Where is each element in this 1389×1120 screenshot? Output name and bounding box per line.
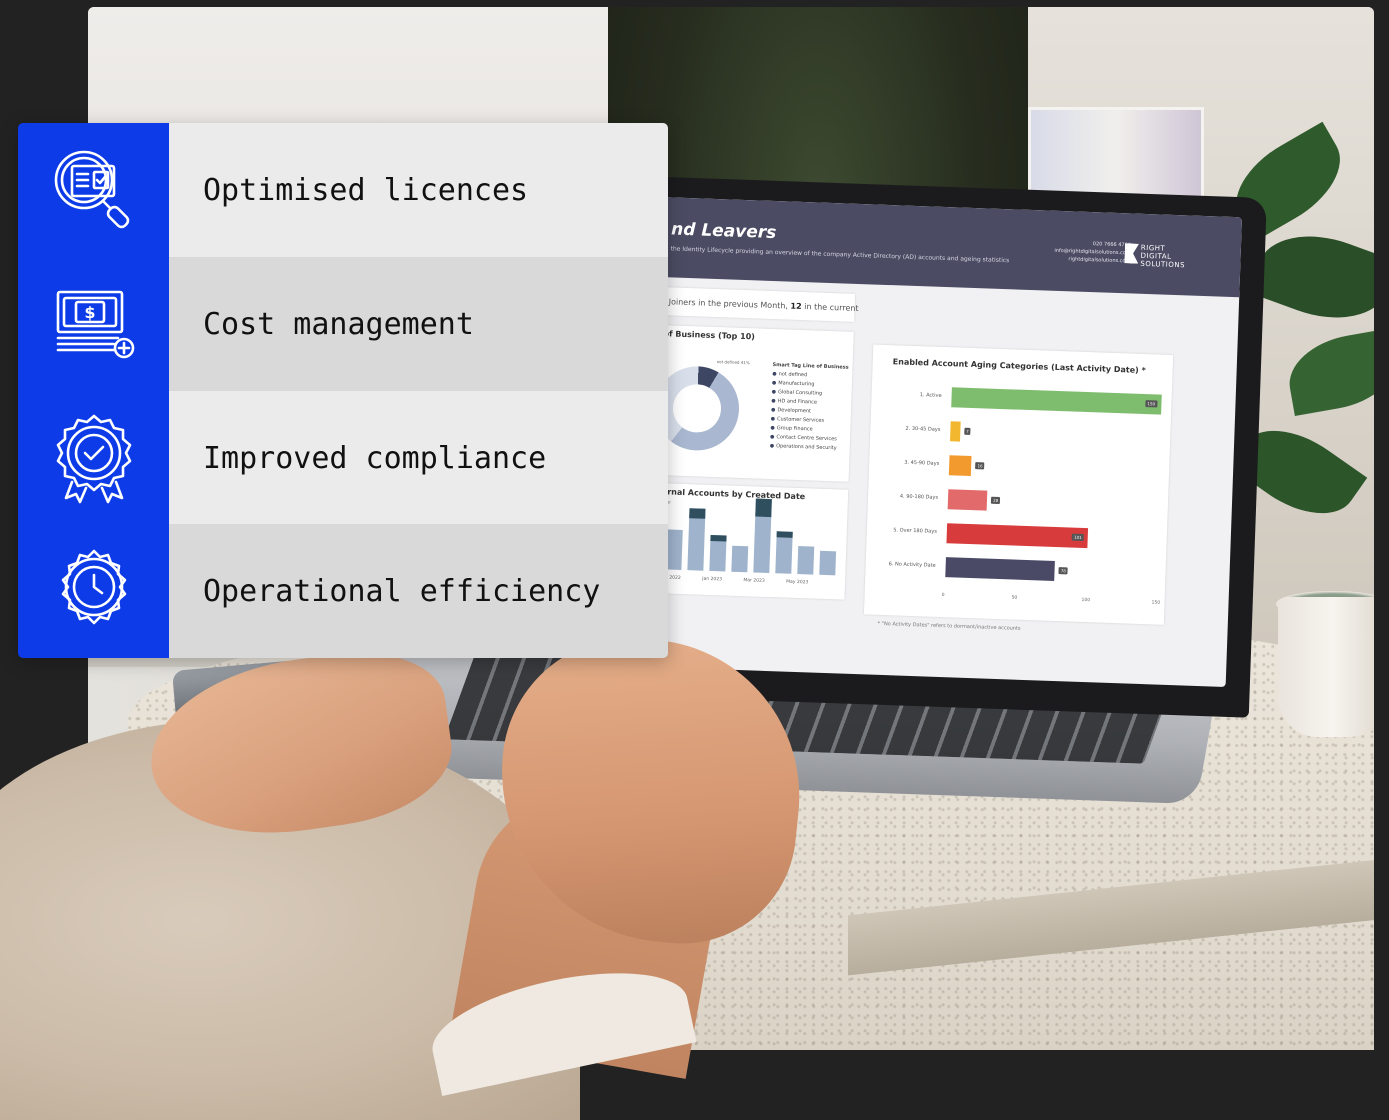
contact-website: rightdigitalsolutions.com xyxy=(1068,256,1131,265)
aging-data-label: 28 xyxy=(991,496,1001,505)
dashboard-contact: 020 7666 4700 info@rightdigitalsolutions… xyxy=(1050,239,1131,266)
aging-bar-chart: 1. Active 150 2. 30-45 Days 7 3. 45-90 Days 1… xyxy=(884,375,1162,614)
kpi-suffix: in the current xyxy=(804,302,859,313)
column-bar xyxy=(797,546,815,575)
columns-plot xyxy=(661,498,839,576)
aging-x-tick: 50 xyxy=(1011,595,1018,601)
aging-bar xyxy=(947,489,988,511)
axis-tick: May 2023 xyxy=(786,579,809,586)
company-logo-icon xyxy=(1124,243,1139,263)
legend-entry: HD and Finance xyxy=(771,398,817,406)
aging-data-label: 78 xyxy=(1058,567,1068,575)
aging-x-tick: 150 xyxy=(1151,600,1161,606)
feature-label: Cost management xyxy=(203,306,474,342)
aging-data-label: 16 xyxy=(975,462,985,470)
banknote-add-icon: $ xyxy=(18,257,169,391)
aging-data-label: 150 xyxy=(1145,400,1158,408)
aging-x-tick: 0 xyxy=(941,593,945,599)
legend-entry: Development xyxy=(771,407,811,414)
donut-legend-items: not defined Manufacturing Global Consultin… xyxy=(770,370,849,454)
aging-data-label: 101 xyxy=(1072,533,1084,541)
legend-entry: Operations and Security xyxy=(770,443,837,451)
aging-category-label: 5. Over 180 Days xyxy=(893,527,937,535)
feature-label: Operational efficiency xyxy=(203,573,601,609)
aging-category-label: 3. 45-90 Days xyxy=(904,459,940,467)
column-bar xyxy=(753,498,772,574)
legend-entry: Contact Centre Services xyxy=(770,434,837,442)
aging-bar xyxy=(950,421,961,442)
clock-gear-icon xyxy=(18,524,169,658)
dashboard-subtitle: the Identity Lifecycle providing an over… xyxy=(670,245,1010,265)
axis-tick: Mar 2023 xyxy=(743,578,765,584)
laptop-screen-dashboard: nd Leavers the Identity Lifecycle provid… xyxy=(585,194,1243,688)
column-bar xyxy=(731,545,749,573)
feature-panel: Optimised licences $ Cost management Imp… xyxy=(18,123,668,658)
legend-entry: Group Finance xyxy=(770,425,813,432)
dashboard-title: nd Leavers xyxy=(670,219,777,244)
compliance-badge-icon xyxy=(18,391,169,525)
feature-label: Improved compliance xyxy=(203,440,547,476)
licence-search-icon xyxy=(18,123,169,257)
aging-x-tick: 100 xyxy=(1081,597,1091,604)
company-logo-text: RIGHT DIGITAL SOLUTIONS xyxy=(1140,244,1185,270)
donut-legend: Smart Tag Line of Business not definedMa… xyxy=(770,361,849,454)
kpi-value: 12 xyxy=(790,301,802,311)
aging-category-label: 1. Active xyxy=(919,392,942,399)
aging-bar xyxy=(948,455,972,477)
aging-category-label: 2. 30-45 Days xyxy=(905,425,941,433)
feature-label: Optimised licences xyxy=(203,172,529,208)
legend-entry: Manufacturing xyxy=(772,380,815,387)
feature-row-improved-compliance: Improved compliance xyxy=(169,391,668,525)
axis-tick: Jan 2023 xyxy=(702,576,723,583)
aging-bar xyxy=(946,523,1089,549)
logo-line: SOLUTIONS xyxy=(1140,259,1186,270)
aging-data-label: 7 xyxy=(964,427,971,435)
column-bar xyxy=(687,508,706,571)
feature-row-optimised-licences: Optimised licences xyxy=(169,123,668,257)
feature-row-operational-efficiency: Operational efficiency xyxy=(169,524,668,658)
legend-entry: not defined xyxy=(772,371,807,378)
aging-bar xyxy=(945,557,1056,581)
aging-category-label: 4. 90-180 Days xyxy=(899,493,939,501)
column-bar xyxy=(819,550,837,576)
legend-entry: Global Consulting xyxy=(772,389,823,397)
aging-footnote: * "No Activity Dates" refers to dormant/… xyxy=(877,620,1021,632)
feature-row-cost-management: Cost management xyxy=(169,257,668,391)
column-bar xyxy=(709,534,727,572)
legend-entry: Customer Services xyxy=(771,416,825,424)
coffee-cup xyxy=(1278,597,1374,737)
svg-text:$: $ xyxy=(84,303,95,322)
aging-bar xyxy=(951,387,1162,415)
column-bar xyxy=(775,531,793,574)
aging-category-label: 6. No Activity Date xyxy=(888,561,936,569)
